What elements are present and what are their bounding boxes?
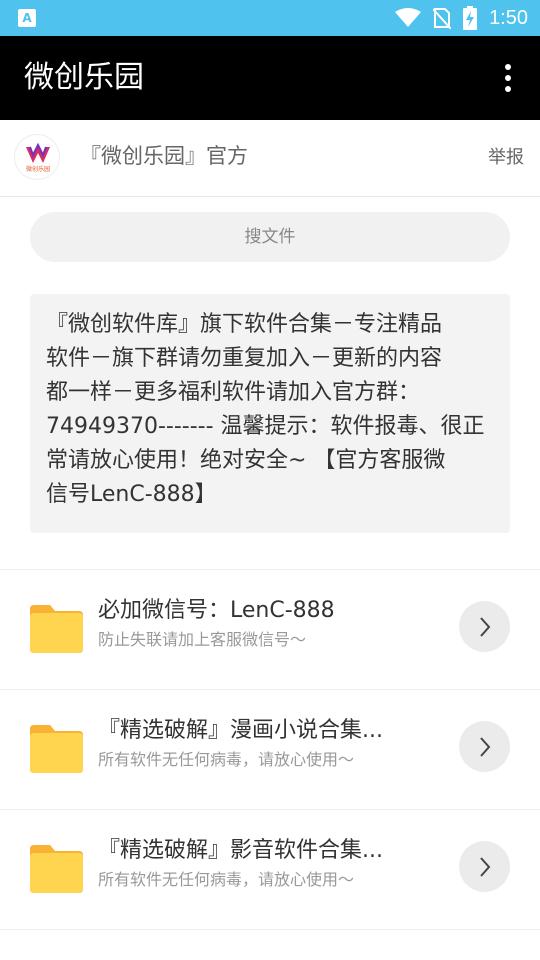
divider [0, 929, 540, 930]
notice-line: 信号LenC-888】 [46, 482, 217, 507]
notice-line: 74949370------- 温馨提示：软件报毒、很正 [46, 414, 485, 439]
app-notification-icon: A [18, 9, 36, 27]
chevron-right-icon[interactable] [459, 721, 510, 772]
folder-subtitle: 防止失联请加上客服微信号～ [98, 630, 307, 649]
group-notice: 『微创软件库』旗下软件合集－专注精品 软件－旗下群请勿重复加入－更新的内容 都一… [30, 294, 510, 533]
search-input[interactable]: 搜文件 [30, 212, 510, 262]
group-name: 『微创乐园』官方 [80, 144, 248, 168]
folder-subtitle: 所有软件无任何病毒，请放心使用～ [98, 750, 355, 769]
folder-title: 『精选破解』漫画小说合集... [98, 718, 383, 743]
app-toolbar: 微创乐园 [0, 36, 540, 120]
status-bar: A 1:50 [0, 0, 540, 36]
battery-charging-icon [463, 6, 478, 30]
folder-row[interactable]: 『精选破解』漫画小说合集... 所有软件无任何病毒，请放心使用～ [0, 689, 540, 809]
folder-subtitle: 所有软件无任何病毒，请放心使用～ [98, 870, 355, 889]
group-logo: 微创乐园 [14, 134, 60, 180]
page-title: 微创乐园 [24, 60, 144, 95]
clock: 1:50 [489, 6, 528, 29]
folder-row[interactable]: 必加微信号：LenC-888 防止失联请加上客服微信号～ [0, 569, 540, 689]
notice-line: 『微创软件库』旗下软件合集－专注精品 [46, 312, 443, 337]
notice-line: 软件－旗下群请勿重复加入－更新的内容 [46, 346, 443, 371]
no-sim-icon [433, 8, 452, 29]
group-header: 微创乐园 『微创乐园』官方 举报 [0, 120, 540, 197]
folder-title: 必加微信号：LenC-888 [98, 598, 335, 623]
notice-line: 常请放心使用！绝对安全~ 【官方客服微 [46, 448, 446, 473]
folder-icon [30, 725, 83, 773]
more-vert-icon[interactable] [496, 60, 520, 96]
report-button[interactable]: 举报 [488, 146, 524, 170]
wifi-icon [395, 8, 422, 27]
folder-icon [30, 605, 83, 653]
status-icons: 1:50 [395, 0, 528, 36]
svg-text:微创乐园: 微创乐园 [26, 165, 50, 173]
folder-row[interactable]: 『精选破解』影音软件合集... 所有软件无任何病毒，请放心使用～ [0, 809, 540, 929]
chevron-right-icon[interactable] [459, 841, 510, 892]
chevron-right-icon[interactable] [459, 601, 510, 652]
notice-line: 都一样－更多福利软件请加入官方群： [46, 380, 421, 405]
folder-icon [30, 845, 83, 893]
folder-title: 『精选破解』影音软件合集... [98, 838, 383, 863]
